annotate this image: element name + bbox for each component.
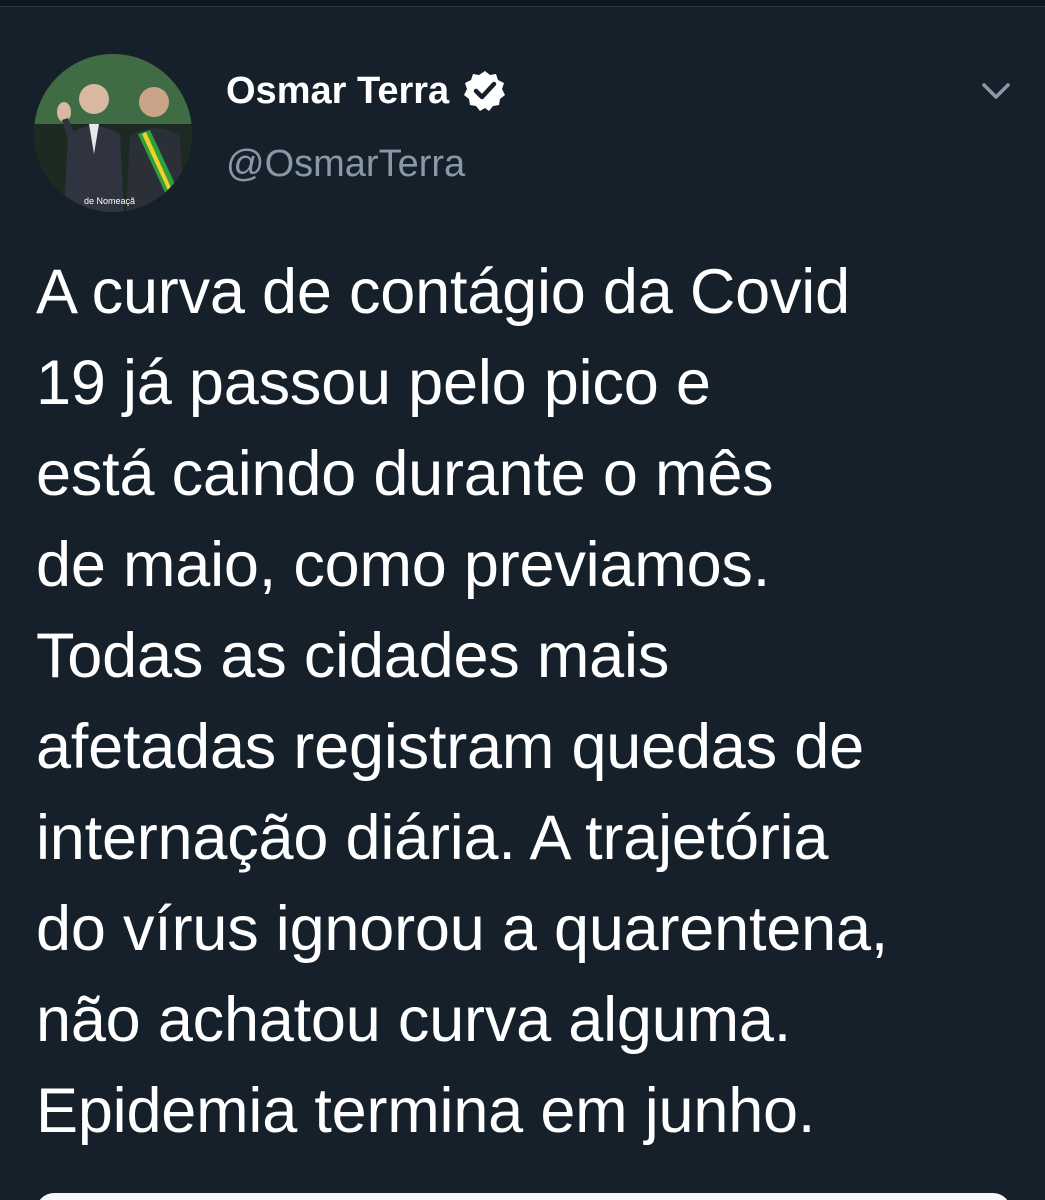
embedded-card-edge[interactable] [36, 1193, 1011, 1200]
tweet[interactable]: de Nomeaçã Osmar Terra @OsmarTerra A cur… [0, 7, 1045, 1200]
verified-badge-icon [464, 71, 506, 111]
author-name-text[interactable]: Osmar Terra [226, 69, 449, 113]
tweet-text-line: Todas as cidades mais [36, 621, 670, 691]
avatar-caption: de Nomeaçã [84, 196, 135, 206]
tweet-text-line: não achatou curva alguma. [36, 985, 791, 1055]
tweet-text-line: está caindo durante o mês [36, 439, 774, 509]
tweet-text-line: A curva de contágio da Covid [36, 257, 850, 327]
tweet-text-line: de maio, como previamos. [36, 530, 771, 600]
avatar[interactable]: de Nomeaçã [34, 54, 192, 212]
tweet-text-line: Epidemia termina em junho. [36, 1076, 816, 1146]
chevron-down-icon[interactable] [974, 69, 1018, 113]
author-handle[interactable]: @OsmarTerra [226, 142, 465, 186]
avatar-photo: de Nomeaçã [34, 54, 192, 212]
tweet-text: A curva de contágio da Covid 19 já passo… [36, 247, 1016, 1157]
tweet-text-line: internação diária. A trajetória [36, 803, 829, 873]
tweet-text-line: do vírus ignorou a quarentena, [36, 894, 889, 964]
tweet-text-line: afetadas registram quedas de [36, 712, 864, 782]
tweet-text-line: 19 já passou pelo pico e [36, 348, 711, 418]
top-divider [0, 0, 1045, 7]
author-name[interactable]: Osmar Terra [226, 69, 507, 113]
